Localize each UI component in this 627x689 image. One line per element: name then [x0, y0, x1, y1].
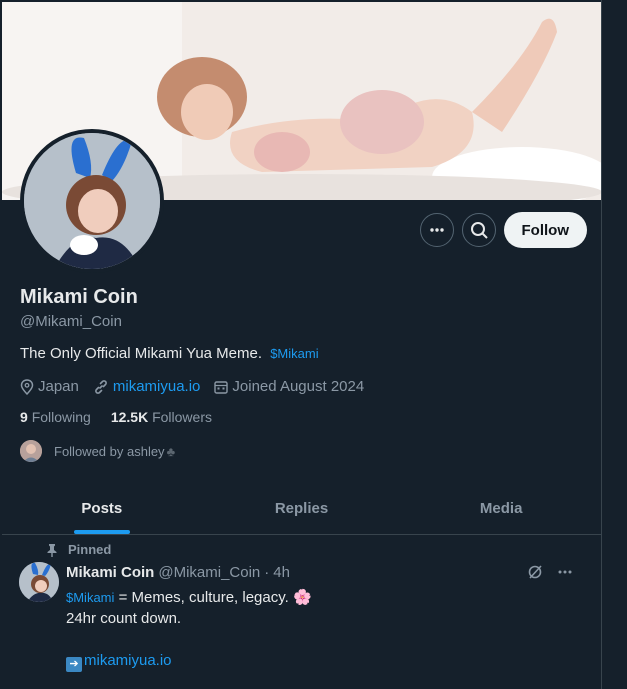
search-icon [470, 222, 488, 239]
follower-avatar [20, 440, 42, 462]
tab-replies[interactable]: Replies [202, 482, 402, 534]
calendar-icon [214, 380, 229, 394]
link-icon [95, 379, 107, 394]
tab-media[interactable]: Media [401, 482, 601, 534]
location-pin-icon [20, 378, 34, 395]
tweet-line-2: 24hr count down. [66, 610, 182, 627]
profile-handle: @Mikami_Coin [20, 313, 122, 330]
followers-label: Followers [152, 409, 212, 425]
tweet-author-handle[interactable]: @Mikami_Coin [158, 564, 260, 581]
tweet-actions [527, 564, 573, 580]
right-arrow-icon: ➔ [66, 657, 82, 672]
profile-avatar[interactable] [20, 129, 164, 273]
tweet-cashtag[interactable]: $Mikami [66, 590, 114, 605]
profile-name: Mikami Coin [20, 286, 138, 308]
tweet-header: Mikami Coin @Mikami_Coin · 4h [66, 564, 290, 581]
tweet-line-1: $Mikami = Memes, culture, legacy. 🌸 [66, 587, 312, 608]
profile-meta: Japan mikamiyua.io Joined August 2024 [20, 378, 364, 395]
profile-column: Follow Mikami Coin @Mikami_Coin The Only… [2, 0, 602, 689]
tweet-body: $Mikami = Memes, culture, legacy. 🌸 24hr… [66, 587, 312, 672]
following-label: Following [31, 409, 91, 425]
location-text: Japan [38, 378, 79, 395]
location-item: Japan [20, 378, 79, 395]
more-button[interactable] [419, 213, 454, 247]
tweet-avatar-photo [19, 562, 59, 602]
follower-avatar-photo [20, 440, 42, 462]
tweet-link-line: ➔ mikamiyua.io [66, 650, 312, 672]
website-item: mikamiyua.io [93, 378, 201, 395]
profile-bio: The Only Official Mikami Yua Meme. $Mika… [20, 345, 319, 362]
more-icon [429, 228, 444, 232]
website-link[interactable]: mikamiyua.io [113, 378, 201, 395]
pinned-indicator: Pinned [46, 542, 111, 557]
pin-icon [47, 543, 57, 557]
profile-actions: Follow [419, 212, 587, 248]
tweet-separator: · [264, 564, 270, 581]
tweet-time[interactable]: 4h [273, 564, 290, 581]
profile-tabs: Posts Replies Media [2, 482, 601, 535]
club-icon: ♣ [166, 443, 176, 459]
tweet-avatar[interactable] [19, 562, 59, 602]
bio-text: The Only Official Mikami Yua Meme. [20, 345, 263, 362]
search-button[interactable] [461, 213, 496, 247]
grok-icon[interactable] [527, 564, 543, 580]
joined-item: Joined August 2024 [214, 378, 364, 395]
tweet-line-1-text: = Memes, culture, legacy. 🌸 [118, 589, 312, 606]
tweet-more-icon[interactable] [557, 564, 573, 580]
profile-stats: 9 Following 12.5K Followers [20, 409, 212, 425]
following-stat[interactable]: 9 Following [20, 409, 91, 425]
tab-posts[interactable]: Posts [2, 482, 202, 534]
followed-by-text: Followed by ashley [54, 443, 165, 459]
pinned-label: Pinned [68, 542, 112, 557]
tweet-link[interactable]: mikamiyua.io [84, 652, 172, 669]
followers-stat[interactable]: 12.5K Followers [111, 409, 212, 425]
avatar-photo [24, 133, 160, 269]
bio-cashtag[interactable]: $Mikami [270, 346, 318, 361]
joined-text: Joined August 2024 [232, 378, 365, 395]
followers-count: 12.5K [110, 409, 149, 425]
following-count: 9 [20, 409, 28, 425]
followed-by[interactable]: Followed by ashley ♣ [20, 440, 175, 462]
tweet-author-name[interactable]: Mikami Coin [66, 564, 154, 581]
follow-button[interactable]: Follow [503, 212, 587, 248]
